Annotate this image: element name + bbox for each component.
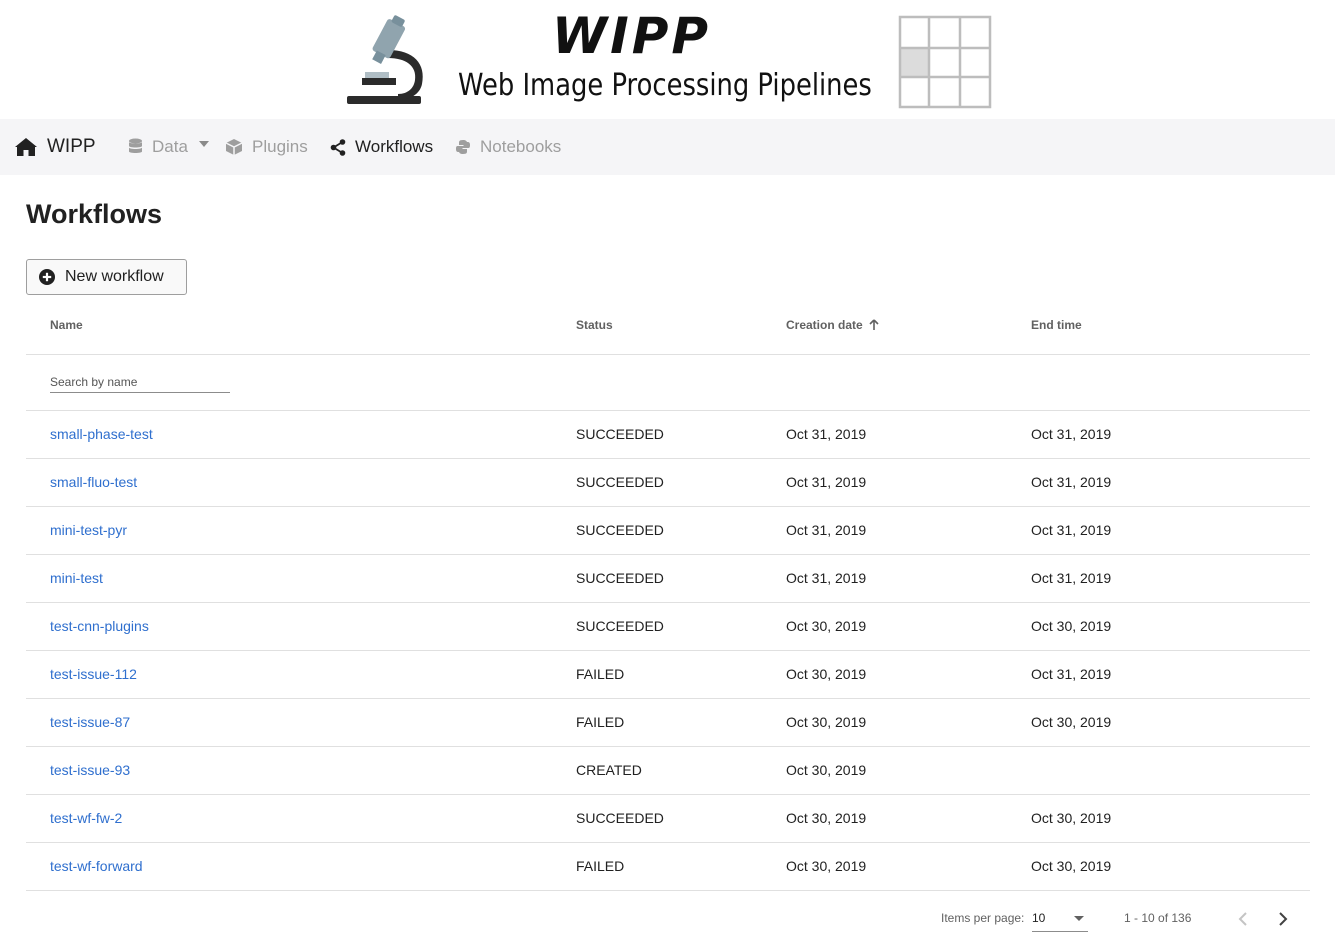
workflow-status: FAILED	[576, 714, 625, 730]
workflow-end-time: Oct 30, 2019	[1031, 858, 1112, 874]
nav-item-data-label: Data	[152, 137, 188, 156]
nav-item-workflows-label: Workflows	[355, 137, 434, 156]
workflow-creation-date: Oct 31, 2019	[786, 570, 867, 586]
workflow-name-link[interactable]: small-phase-test	[50, 426, 153, 442]
python-icon	[456, 140, 470, 154]
new-workflow-button[interactable]: New workflow	[26, 259, 187, 295]
workflow-end-time: Oct 31, 2019	[1031, 474, 1112, 490]
plus-circle-icon	[39, 269, 55, 285]
workflow-status: SUCCEEDED	[576, 474, 664, 490]
nav-home-brand[interactable]: WIPP	[14, 119, 96, 175]
paginator: Items per page: 10 1 - 10 of 136	[0, 905, 1335, 935]
select-caret-icon	[1074, 916, 1084, 921]
share-icon	[330, 138, 346, 156]
app-logo-subtitle: Web Image Processing Pipelines	[458, 68, 872, 103]
workflow-creation-date: Oct 31, 2019	[786, 426, 867, 442]
workflow-status: SUCCEEDED	[576, 426, 664, 442]
workflow-name-link[interactable]: mini-test	[50, 570, 103, 586]
table-row: small-fluo-test SUCCEEDED Oct 31, 2019 Oct …	[26, 459, 1310, 507]
items-per-page-select[interactable]: 10	[1032, 907, 1088, 932]
workflow-name-link[interactable]: test-wf-forward	[50, 858, 143, 874]
workflow-creation-date: Oct 31, 2019	[786, 474, 867, 490]
table-row: test-cnn-plugins SUCCEEDED Oct 30, 2019 Oct…	[26, 603, 1310, 651]
nav-item-workflows[interactable]: Workflows	[330, 119, 433, 175]
workflow-end-time: Oct 31, 2019	[1031, 570, 1112, 586]
workflow-name-link[interactable]: test-issue-93	[50, 762, 130, 778]
previous-page-icon[interactable]	[1231, 907, 1255, 931]
workflow-status: SUCCEEDED	[576, 570, 664, 586]
workflow-end-time: Oct 31, 2019	[1031, 666, 1112, 682]
workflow-name-link[interactable]: test-wf-fw-2	[50, 810, 122, 826]
workflow-end-time: Oct 30, 2019	[1031, 714, 1112, 730]
filter-row	[26, 355, 1310, 411]
grid-logo-icon	[898, 15, 992, 109]
data-dropdown-caret-icon[interactable]	[199, 141, 209, 147]
column-header-status[interactable]: Status	[576, 318, 613, 332]
page-range-label: 1 - 10 of 136	[1124, 911, 1192, 925]
workflow-name-link[interactable]: test-issue-87	[50, 714, 130, 730]
workflow-status: CREATED	[576, 762, 642, 778]
workflow-status: SUCCEEDED	[576, 618, 664, 634]
nav-brand-label: WIPP	[47, 136, 96, 157]
workflow-end-time: Oct 30, 2019	[1031, 618, 1112, 634]
table-row: test-issue-87 FAILED Oct 30, 2019 Oct 30, 2…	[26, 699, 1310, 747]
home-icon	[15, 138, 37, 156]
cube-icon	[225, 139, 243, 155]
nav-item-data[interactable]: Data	[128, 119, 188, 175]
workflow-creation-date: Oct 31, 2019	[786, 522, 867, 538]
table-row: mini-test SUCCEEDED Oct 31, 2019 Oct 31, 20…	[26, 555, 1310, 603]
column-header-end-time[interactable]: End time	[1031, 318, 1082, 332]
workflow-name-link[interactable]: mini-test-pyr	[50, 522, 127, 538]
workflow-creation-date: Oct 30, 2019	[786, 666, 867, 682]
workflow-name-link[interactable]: test-cnn-plugins	[50, 618, 149, 634]
nav-item-plugins[interactable]: Plugins	[225, 119, 308, 175]
table-row: mini-test-pyr SUCCEEDED Oct 31, 2019 Oct 31…	[26, 507, 1310, 555]
table-row: test-wf-forward FAILED Oct 30, 2019 Oct 30,…	[26, 843, 1310, 891]
search-by-name-input[interactable]	[50, 372, 230, 393]
workflow-creation-date: Oct 30, 2019	[786, 714, 867, 730]
nav-item-plugins-label: Plugins	[252, 137, 308, 156]
workflow-creation-date: Oct 30, 2019	[786, 810, 867, 826]
workflow-end-time: Oct 31, 2019	[1031, 522, 1112, 538]
page-title: Workflows	[26, 199, 163, 229]
column-header-creation-date[interactable]: Creation date	[786, 318, 879, 332]
table-row: test-issue-93 CREATED Oct 30, 2019	[26, 747, 1310, 795]
workflow-creation-date: Oct 30, 2019	[786, 618, 867, 634]
nav-item-notebooks-label: Notebooks	[480, 137, 562, 156]
database-icon	[129, 138, 142, 153]
microscope-icon	[347, 15, 423, 104]
workflow-creation-date: Oct 30, 2019	[786, 858, 867, 874]
workflow-name-link[interactable]: small-fluo-test	[50, 474, 137, 490]
workflow-status: FAILED	[576, 858, 625, 874]
app-logo-title: WIPP	[552, 7, 712, 65]
top-navbar: WIPP Data Plugins Workflows Notebooks	[0, 119, 1335, 175]
new-workflow-label: New workflow	[65, 268, 164, 285]
workflow-status: SUCCEEDED	[576, 810, 664, 826]
items-per-page-label: Items per page:	[941, 911, 1025, 925]
table-row: test-issue-112 FAILED Oct 30, 2019 Oct 31, …	[26, 651, 1310, 699]
table-row: small-phase-test SUCCEEDED Oct 31, 2019 Oct…	[26, 411, 1310, 459]
nav-item-notebooks[interactable]: Notebooks	[455, 119, 561, 175]
items-per-page-value: 10	[1032, 911, 1046, 925]
table-row: test-wf-fw-2 SUCCEEDED Oct 30, 2019 Oct 30,…	[26, 795, 1310, 843]
workflow-end-time: Oct 31, 2019	[1031, 426, 1112, 442]
workflow-name-link[interactable]: test-issue-112	[50, 666, 137, 682]
workflow-status: FAILED	[576, 666, 625, 682]
header-banner: WIPP Web Image Processing Pipelines	[0, 0, 1335, 119]
workflow-status: SUCCEEDED	[576, 522, 664, 538]
table-header: Name Status Creation date End time	[26, 300, 1310, 355]
sort-arrow-up-icon	[869, 319, 879, 330]
next-page-icon[interactable]	[1271, 907, 1295, 931]
column-header-name[interactable]: Name	[50, 318, 83, 332]
workflow-creation-date: Oct 30, 2019	[786, 762, 867, 778]
workflow-end-time: Oct 30, 2019	[1031, 810, 1112, 826]
